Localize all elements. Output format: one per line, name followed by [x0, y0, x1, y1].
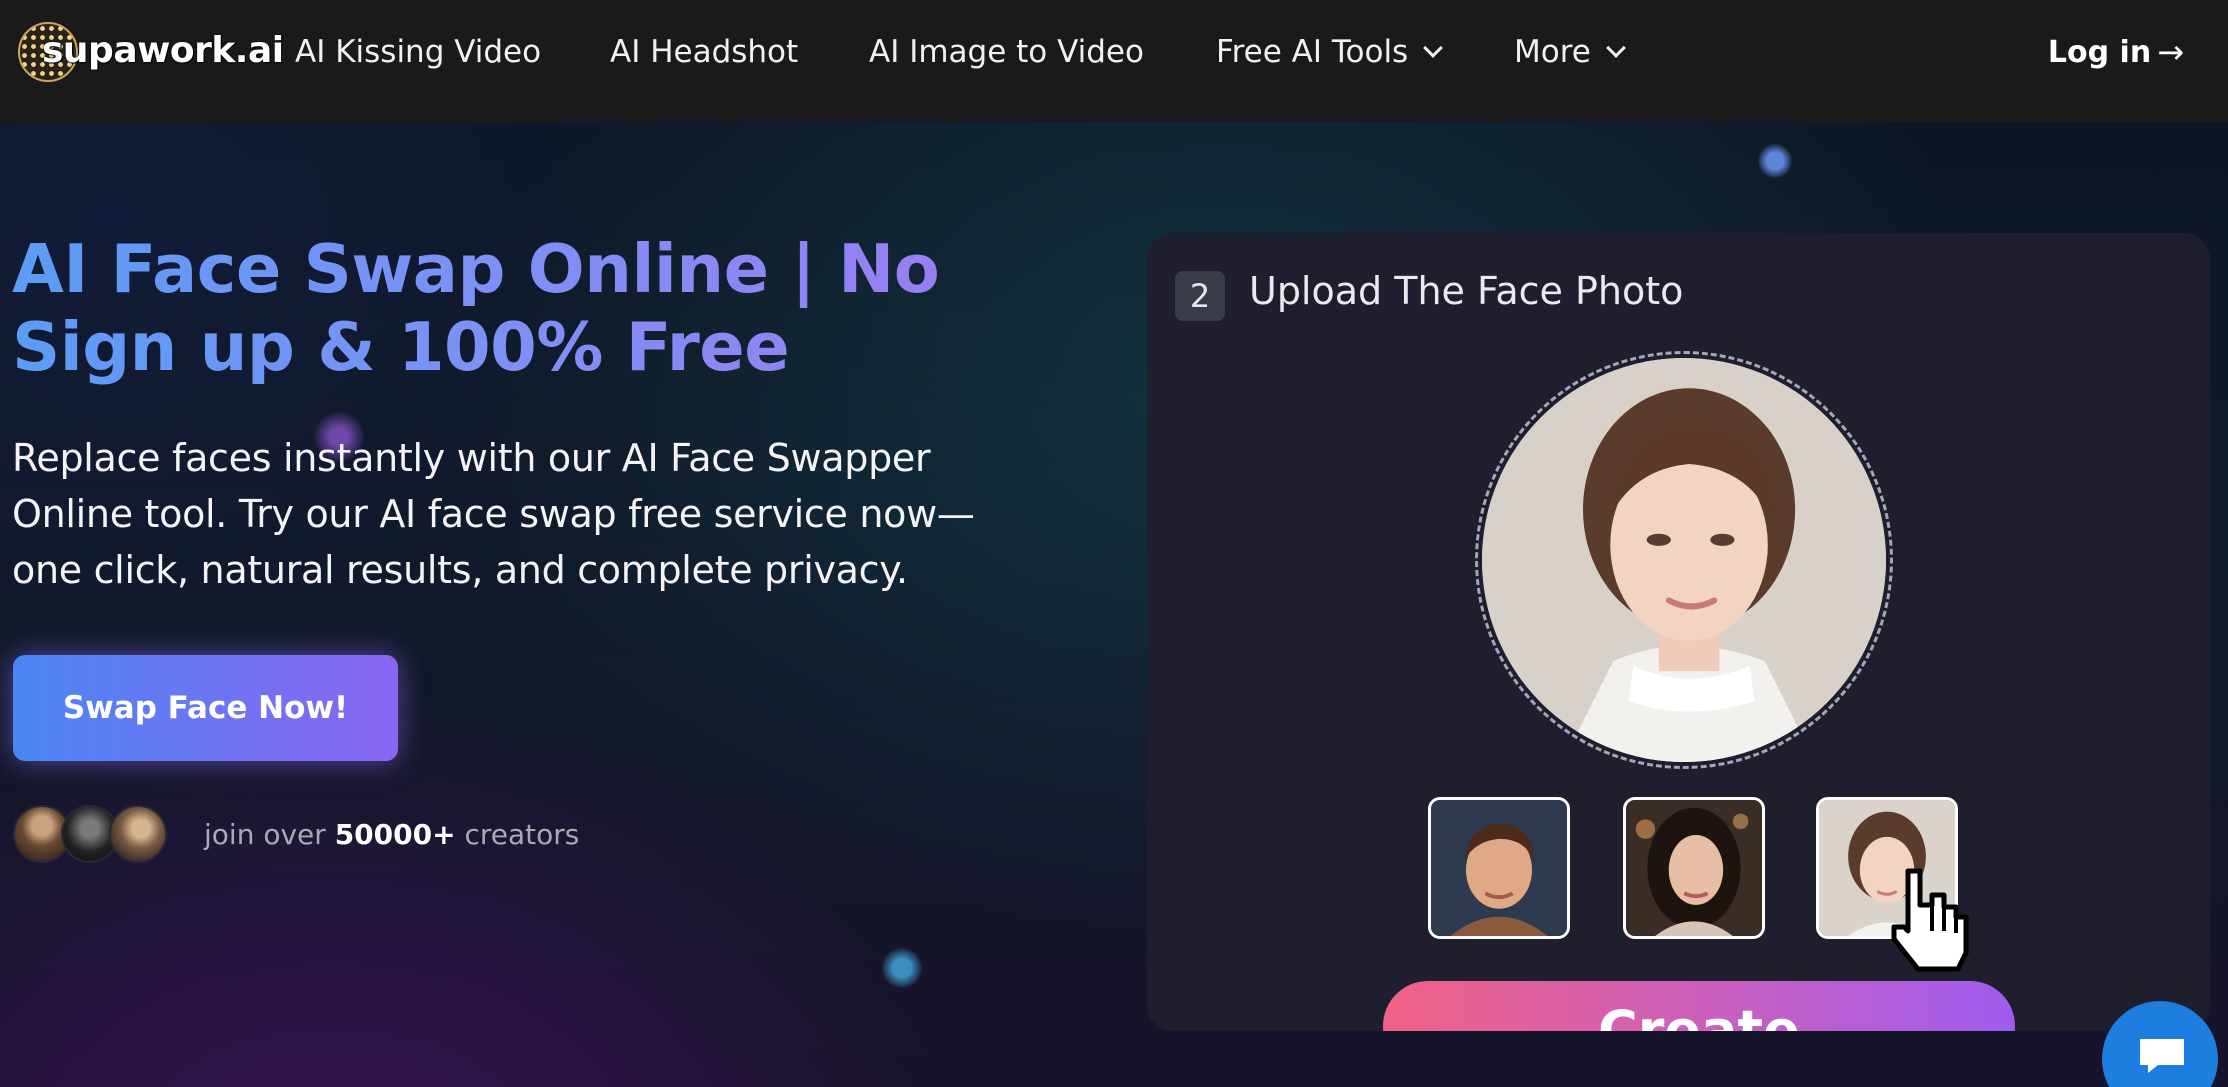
logo-text: supawork.ai [42, 30, 284, 71]
login-label: Log in [2047, 34, 2152, 70]
nav-item-free-ai-tools[interactable]: Free AI Tools [1216, 0, 1444, 104]
nav-item-ai-image-to-video[interactable]: AI Image to Video [869, 0, 1144, 104]
logo[interactable]: supawork.ai [18, 20, 284, 84]
nav-item-label: AI Kissing Video [295, 34, 542, 70]
sample-face-thumbnail[interactable] [1428, 797, 1570, 939]
nav-item-label: AI Headshot [610, 34, 799, 70]
nav-item-label: AI Image to Video [869, 34, 1144, 70]
hero-subtitle: Replace faces instantly with our AI Face… [12, 430, 1032, 598]
avatar [109, 805, 167, 863]
page-title: AI Face Swap Online | No Sign up & 100% … [12, 230, 1012, 386]
face-portrait-illustration [1482, 358, 1886, 762]
pointer-hand-cursor-icon [1891, 868, 1969, 972]
subtitle-line: one click, natural results, and complete… [12, 548, 908, 592]
chat-bubble-icon [2140, 1039, 2184, 1073]
subtitle-line: Replace faces instantly with our AI Face… [12, 436, 931, 480]
join-count: 50000+ [334, 818, 456, 851]
title-line: Sign up & 100% Free [12, 308, 790, 386]
sample-face-thumbnail[interactable] [1623, 797, 1765, 939]
face-upload-card: 2 Upload The Face Photo Create [1147, 233, 2210, 1031]
glow-dot [1758, 144, 1792, 178]
nav-item-ai-headshot[interactable]: AI Headshot [610, 0, 798, 104]
sample-face-image [1626, 800, 1762, 936]
subtitle-line: Online tool. Try our AI face swap free s… [12, 492, 975, 536]
step-badge: 2 [1175, 271, 1225, 321]
glow-dot [882, 948, 922, 988]
join-prefix: join over [204, 818, 326, 851]
top-nav: supawork.ai AI Kissing Video AI Headshot… [0, 0, 2228, 122]
nav-item-label: Free AI Tools [1216, 34, 1409, 70]
title-line: AI Face Swap Online | No [12, 230, 940, 308]
join-creators-text: join over 50000+ creators [204, 818, 579, 851]
join-suffix: creators [464, 818, 580, 851]
cta-label: Swap Face Now! [62, 690, 349, 726]
create-button[interactable]: Create [1383, 981, 2015, 1031]
card-title: Upload The Face Photo [1249, 269, 1684, 313]
arrow-right-icon: → [2157, 33, 2184, 71]
swap-face-now-button[interactable]: Swap Face Now! [13, 655, 398, 761]
sample-face-image [1431, 800, 1567, 936]
nav-item-more[interactable]: More [1514, 0, 1626, 104]
page: supawork.ai AI Kissing Video AI Headshot… [0, 0, 2228, 1087]
nav-item-label: More [1514, 34, 1591, 70]
face-preview-image [1482, 358, 1886, 762]
face-upload-dropzone[interactable] [1475, 351, 1893, 769]
create-label: Create [1598, 999, 1800, 1031]
nav-item-ai-kissing-video[interactable]: AI Kissing Video [295, 0, 541, 104]
login-link[interactable]: Log in → [2048, 0, 2184, 104]
chevron-down-icon [1423, 38, 1444, 58]
chevron-down-icon [1605, 38, 1626, 58]
